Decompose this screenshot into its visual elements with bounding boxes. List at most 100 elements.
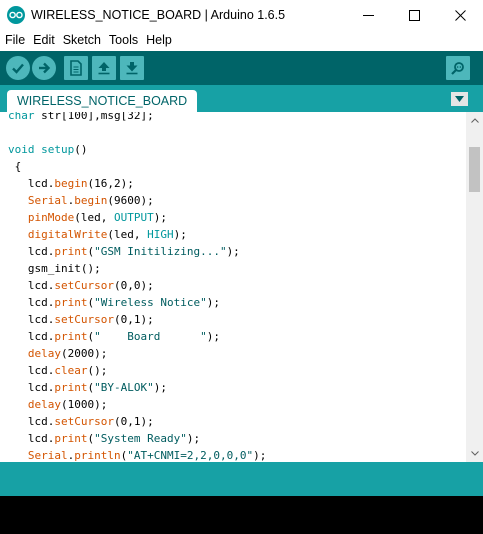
code-token: print xyxy=(54,245,88,258)
menu-bar: File Edit Sketch Tools Help xyxy=(0,30,483,50)
code-token: setCursor xyxy=(54,313,114,326)
maximize-icon xyxy=(408,9,420,21)
verify-icon xyxy=(12,63,24,74)
code-token: { xyxy=(8,160,22,173)
code-token: (0,1); xyxy=(113,313,154,326)
vertical-scrollbar[interactable] xyxy=(466,112,483,462)
save-button[interactable] xyxy=(120,56,144,80)
code-token: lcd. xyxy=(8,279,55,292)
console-output xyxy=(0,496,483,534)
new-button[interactable] xyxy=(64,56,88,80)
code-token: setup xyxy=(41,143,75,156)
menu-edit[interactable]: Edit xyxy=(29,33,59,47)
chevron-up-icon xyxy=(470,118,479,123)
code-token: print xyxy=(54,296,88,309)
code-token: "BY-ALOK" xyxy=(94,381,154,394)
code-line: lcd.print("BY-ALOK"); xyxy=(8,379,266,396)
code-line: delay(2000); xyxy=(8,345,266,362)
code-token: ); xyxy=(253,449,267,462)
code-token: setCursor xyxy=(54,279,114,292)
code-token: digitalWrite xyxy=(27,228,108,241)
code-token: Serial xyxy=(27,194,68,207)
minimize-button[interactable] xyxy=(345,0,391,30)
code-token: delay xyxy=(27,347,61,360)
code-token: str[100],msg[32]; xyxy=(34,112,154,122)
code-line: lcd.setCursor(0,0); xyxy=(8,277,266,294)
code-token: begin xyxy=(74,194,108,207)
menu-tools[interactable]: Tools xyxy=(105,33,142,47)
code-token: "Wireless Notice" xyxy=(94,296,207,309)
code-token: (1000); xyxy=(61,398,108,411)
code-line: Serial.begin(9600); xyxy=(8,192,266,209)
code-text: char str[100],msg[32]; void setup() { lcd… xyxy=(8,112,266,462)
serial-monitor-button[interactable] xyxy=(446,56,470,80)
code-token: (9600); xyxy=(107,194,154,207)
scroll-down-button[interactable] xyxy=(466,445,483,462)
code-line: void setup() xyxy=(8,141,266,158)
chevron-down-icon xyxy=(455,96,464,102)
code-line: lcd.print("System Ready"); xyxy=(8,430,266,447)
code-token: delay xyxy=(27,398,61,411)
maximize-button[interactable] xyxy=(391,0,437,30)
code-token: HIGH xyxy=(147,228,174,241)
tab-wireless-notice-board[interactable]: WIRELESS_NOTICE_BOARD xyxy=(7,90,198,112)
code-line: { xyxy=(8,158,266,175)
code-token: print xyxy=(54,432,88,445)
code-token: ); xyxy=(173,228,187,241)
verify-button[interactable] xyxy=(6,56,30,80)
code-editor[interactable]: char str[100],msg[32]; void setup() { lcd… xyxy=(0,112,466,462)
code-token: "System Ready" xyxy=(94,432,187,445)
save-icon xyxy=(126,62,138,75)
code-token: "GSM Initilizing..." xyxy=(94,245,227,258)
code-token: ); xyxy=(226,245,240,258)
code-line: char str[100],msg[32]; xyxy=(8,112,266,124)
code-token: "AT+CNMI=2,2,0,0,0" xyxy=(127,449,254,462)
tab-bar: WIRELESS_NOTICE_BOARD xyxy=(0,85,483,112)
scrollbar-thumb[interactable] xyxy=(469,147,480,192)
code-token: lcd. xyxy=(8,313,55,326)
close-icon xyxy=(454,9,466,21)
code-token: Serial xyxy=(27,449,68,462)
code-token: lcd. xyxy=(8,381,55,394)
code-line: pinMode(led, OUTPUT); xyxy=(8,209,266,226)
title-bar: WIRELESS_NOTICE_BOARD | Arduino 1.6.5 xyxy=(0,0,483,30)
arduino-logo-icon xyxy=(7,6,25,24)
code-token: ); xyxy=(206,296,220,309)
open-button[interactable] xyxy=(92,56,116,80)
menu-sketch[interactable]: Sketch xyxy=(59,33,105,47)
code-token: print xyxy=(54,381,88,394)
code-line: lcd.print(" Board "); xyxy=(8,328,266,345)
close-button[interactable] xyxy=(437,0,483,30)
menu-help[interactable]: Help xyxy=(142,33,176,47)
code-token: lcd. xyxy=(8,245,55,258)
tab-menu-button[interactable] xyxy=(451,92,468,106)
code-token: (0,0); xyxy=(113,279,154,292)
code-token: char xyxy=(8,112,35,122)
code-line: digitalWrite(led, HIGH); xyxy=(8,226,266,243)
code-line: gsm_init(); xyxy=(8,260,266,277)
code-token: " Board " xyxy=(94,330,207,343)
open-icon xyxy=(98,62,110,75)
code-line: lcd.setCursor(0,1); xyxy=(8,311,266,328)
code-token: (led, xyxy=(107,228,148,241)
code-token: clear xyxy=(54,364,88,377)
scroll-up-button[interactable] xyxy=(466,112,483,129)
code-token: lcd. xyxy=(8,432,55,445)
menu-file[interactable]: File xyxy=(1,33,29,47)
code-token: lcd. xyxy=(8,364,55,377)
upload-button[interactable] xyxy=(32,56,56,80)
code-line: lcd.print("Wireless Notice"); xyxy=(8,294,266,311)
code-token: println xyxy=(74,449,121,462)
code-token: void xyxy=(8,143,35,156)
code-token: OUTPUT xyxy=(113,211,154,224)
code-line: lcd.print("GSM Initilizing..."); xyxy=(8,243,266,260)
code-token: (0,1); xyxy=(113,415,154,428)
code-token: (2000); xyxy=(61,347,108,360)
code-token: (led, xyxy=(74,211,114,224)
